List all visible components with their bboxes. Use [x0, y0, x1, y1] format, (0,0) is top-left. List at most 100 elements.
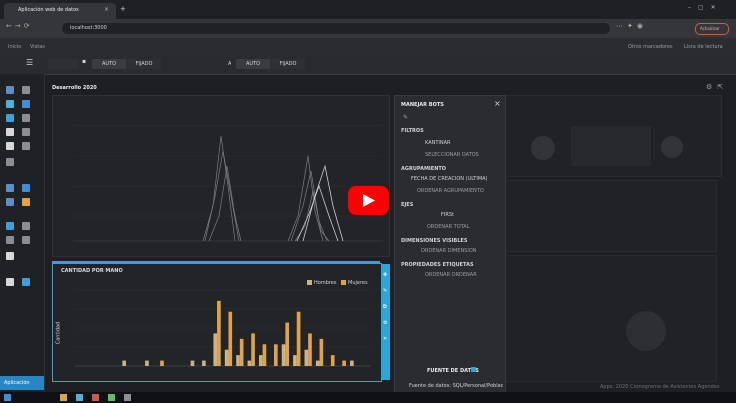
line-series [302, 164, 344, 242]
tool-icon[interactable] [22, 184, 30, 192]
dashboard-actions-icon[interactable]: ⚙⇱ [706, 83, 728, 91]
tool-icon[interactable] [6, 128, 14, 136]
bookmark-item[interactable]: Lista de lectura [684, 44, 723, 50]
bookmark-item[interactable]: Otros marcadores [628, 44, 673, 50]
tool-icon[interactable] [6, 158, 14, 166]
segment-fixed-2[interactable]: FIJADO [271, 59, 305, 69]
tool-icon[interactable] [6, 236, 14, 244]
tool-icon[interactable] [22, 236, 30, 244]
close-icon[interactable]: × [494, 99, 501, 108]
section-heading: DIMENSIONES VISIBLES [401, 238, 468, 244]
tool-icon[interactable] [6, 278, 14, 286]
taskbar-app-icon[interactable] [92, 394, 99, 401]
tool-icon[interactable] [6, 100, 14, 108]
value-field-3[interactable] [339, 59, 369, 69]
menu-icon[interactable]: ☰ [26, 58, 33, 67]
footer-status-text: Apps: 2020 Cronograma de Asistentes Agen… [600, 384, 720, 390]
section-item[interactable]: ORDENAR DIMENSIÓN [421, 248, 477, 254]
tool-icon[interactable] [6, 142, 14, 150]
bar-hombres [315, 360, 320, 366]
taskbar-app-icon[interactable] [124, 394, 131, 401]
bar-mujeres [228, 311, 233, 366]
tool-icon[interactable] [22, 100, 30, 108]
bar-hombres [236, 355, 240, 366]
bar-hombres [145, 360, 149, 366]
value-field[interactable] [162, 59, 192, 69]
section-item[interactable]: FECHA DE CREACIÓN (ULTIMA) [411, 176, 488, 182]
tool-icon[interactable] [6, 222, 14, 230]
copy-icon[interactable]: ⧉ [383, 304, 387, 310]
tool-icon[interactable] [22, 142, 30, 150]
bar-mujeres [319, 338, 324, 366]
settings-icon[interactable]: ⚙ [383, 320, 387, 326]
bar-hombres [202, 360, 206, 366]
bookmark-item[interactable]: Inicio [8, 44, 21, 50]
bar-hombres [247, 360, 252, 366]
dashboard-title: Desarrollo 2020 [52, 85, 97, 91]
to-label: A [228, 61, 232, 67]
bar-hombres [281, 344, 286, 366]
tool-icon[interactable] [6, 114, 14, 122]
segment-auto-2[interactable]: AUTO [236, 59, 270, 69]
bar-mujeres [296, 311, 301, 366]
widget-panel[interactable] [500, 95, 722, 177]
tool-icon[interactable] [6, 252, 14, 260]
calendar-icon[interactable]: ▪ [82, 58, 86, 65]
pie-chart-icon [531, 136, 555, 160]
address-text: localhost:3000 [70, 25, 107, 31]
start-icon[interactable] [4, 394, 11, 401]
bookmark-item[interactable]: Vistas [30, 44, 45, 50]
datasource-icon[interactable] [471, 367, 476, 372]
tool-icon[interactable] [22, 86, 30, 94]
bar-chart-svg [75, 289, 371, 367]
left-tool-rail [0, 74, 45, 392]
extensions-icon[interactable]: ⋯✦◉ [616, 22, 647, 30]
widget-panel[interactable] [505, 255, 717, 382]
side-panel-title: MANEJAR BOTS [401, 102, 444, 108]
tool-icon[interactable] [22, 114, 30, 122]
value-field-2[interactable] [306, 59, 336, 69]
section-item[interactable]: FIRSt [441, 212, 454, 218]
omnibox[interactable]: localhost:3000 [62, 23, 610, 34]
segment-fixed[interactable]: FIJADO [127, 59, 161, 69]
date-to-field[interactable] [195, 59, 225, 69]
section-item[interactable]: ORDENAR ORDENAR [425, 272, 477, 278]
tool-icon[interactable] [6, 198, 14, 206]
bar-chart-panel[interactable]: CANTIDAD POR MAÑO Hombres Mujeres Cantid… [52, 263, 382, 382]
tool-icon[interactable] [22, 198, 30, 206]
tool-icon[interactable] [22, 222, 30, 230]
line-chart-panel[interactable] [52, 95, 390, 257]
pencil-icon[interactable]: ✎ [403, 114, 408, 121]
nav-buttons-icon[interactable]: ←→⟳ [6, 22, 33, 30]
tool-icon[interactable] [22, 278, 30, 286]
play-button[interactable] [348, 186, 389, 215]
tab-close-icon[interactable]: × [104, 6, 109, 13]
move-icon[interactable]: ✥ [383, 272, 387, 278]
window-controls-icon[interactable]: –▢✕ [688, 4, 723, 11]
browser-tab[interactable]: Aplicación web de datos × [4, 3, 116, 19]
datasource-value: Fuente de datos: SQL/Personal/Población [409, 383, 503, 389]
section-item[interactable]: ORDENAR AGRUPAMIENTO [417, 188, 484, 194]
profile-button[interactable]: Actualizar [695, 23, 729, 35]
pie-chart-icon [626, 311, 666, 351]
widget-panel[interactable] [505, 180, 717, 252]
date-from-field[interactable] [48, 59, 78, 69]
taskbar-app-icon[interactable] [76, 394, 83, 401]
section-item[interactable]: ORDENAR TOTAL [427, 224, 470, 230]
edit-icon[interactable]: ✎ [383, 288, 387, 294]
taskbar-app-icon[interactable] [108, 394, 115, 401]
delete-icon[interactable]: ✕ [383, 336, 387, 342]
section-item[interactable]: SELECCIONAR DATOS [425, 152, 479, 158]
bar-hombres [190, 360, 195, 366]
bar-hombres [293, 355, 297, 366]
new-tab-icon[interactable]: + [120, 5, 126, 13]
section-item[interactable]: KANTINAR [425, 140, 451, 146]
tool-icon[interactable] [6, 184, 14, 192]
section-heading: EJES [401, 202, 414, 208]
taskbar-app-icon[interactable] [60, 394, 67, 401]
tool-icon[interactable] [22, 128, 30, 136]
app-button[interactable]: Aplicación [0, 376, 44, 390]
section-heading: PROPIEDADES ETIQUETAS [401, 262, 474, 268]
segment-auto[interactable]: AUTO [92, 59, 126, 69]
tool-icon[interactable] [6, 86, 14, 94]
